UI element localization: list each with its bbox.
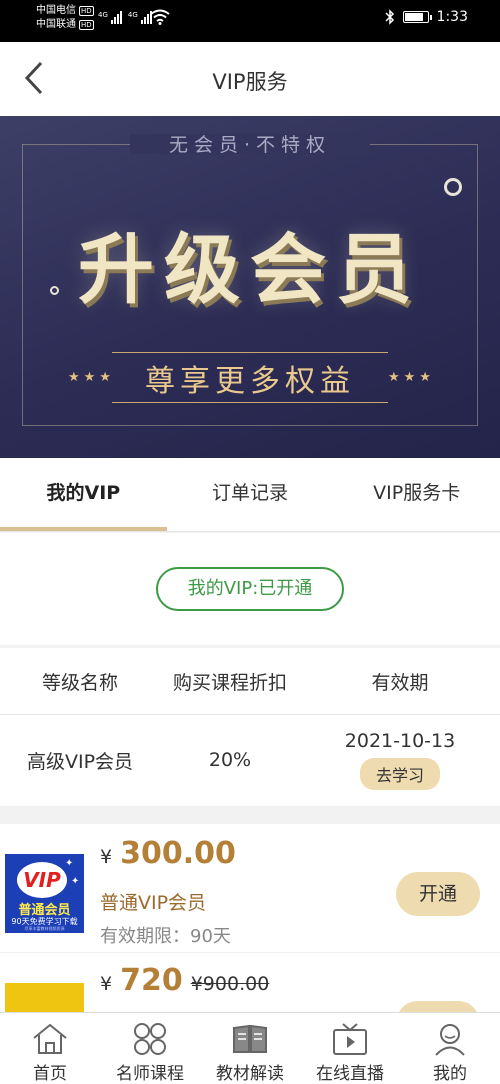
hd-badge: HD [79, 6, 94, 16]
stars-right: ★★★ [388, 370, 435, 385]
clock: 1:33 [436, 9, 468, 25]
vip-tabs: 我的VIP 订单记录 VIP服务卡 [0, 458, 500, 532]
price-line: ¥ 720 ¥900.00 [100, 963, 269, 998]
currency-symbol: ¥ [100, 846, 113, 868]
nav-live[interactable]: 在线直播 [300, 1013, 400, 1084]
nav-label: 教材解读 [216, 1064, 284, 1084]
page-title: VIP服务 [212, 70, 288, 94]
header-level: 等级名称 [41, 671, 118, 694]
original-price: ¥900.00 [190, 973, 270, 995]
thumb-small-text: 尽享丰富教材视频资源 [24, 926, 65, 931]
table-row: 高级VIP会员 20% 2021-10-13 去学习 [0, 715, 500, 805]
carrier-info: 中国电信 HD 中国联通 HD [36, 4, 94, 32]
home-icon [33, 1023, 67, 1054]
app-header: VIP服务 [0, 42, 500, 116]
header-expiry: 有效期 [371, 671, 429, 694]
tab-order-history[interactable]: 订单记录 [167, 458, 334, 531]
nav-label: 在线直播 [316, 1064, 384, 1084]
signal-icon: 4G 4G [98, 10, 152, 24]
vip-status-badge: 我的VIP:已开通 [156, 567, 344, 611]
network-type: 4G [98, 11, 108, 19]
bottom-nav: 首页 名师课程 教材解读 在线直播 我的 [0, 1012, 500, 1084]
product-card: VIP ✦ ✦ 普通会员 90天免费学习下载 尽享丰富教材视频资源 ¥ 300.… [0, 824, 500, 952]
status-bar: 中国电信 HD 中国联通 HD 4G 4G 1:33 [0, 0, 500, 42]
carrier-2: 中国联通 [36, 19, 76, 30]
ring-decoration [444, 178, 462, 196]
discount-value: 20% [208, 749, 252, 771]
table-header: 等级名称 购买课程折扣 有效期 [0, 648, 500, 715]
tab-vip-card[interactable]: VIP服务卡 [333, 458, 500, 531]
nav-label: 我的 [433, 1064, 467, 1084]
product-name: 普通VIP会员 [100, 892, 207, 914]
nav-label: 名师课程 [116, 1064, 184, 1084]
vip-status-section: 我的VIP:已开通 [0, 533, 500, 645]
price-line: ¥ 300.00 [100, 836, 236, 871]
banner-subtitle: 无会员·不特权 [168, 134, 332, 156]
grid-icon [134, 1023, 166, 1055]
nav-label: 首页 [33, 1064, 67, 1084]
hd-badge: HD [79, 20, 94, 30]
vip-level-table: 等级名称 购买课程折扣 有效期 高级VIP会员 20% 2021-10-13 去… [0, 648, 500, 806]
product-thumbnail [5, 983, 84, 1013]
product-price: 300.00 [120, 836, 236, 871]
nav-textbooks[interactable]: 教材解读 [200, 1013, 300, 1084]
open-membership-button[interactable]: 开通 [396, 872, 480, 916]
vip-banner: 无会员·不特权 升级会员 ★★★ 尊享更多权益 ★★★ [0, 116, 500, 458]
product-validity: 有效期限：90天 [100, 926, 231, 947]
header-discount: 购买课程折扣 [172, 671, 287, 694]
product-card: ¥ 720 ¥900.00 [0, 953, 500, 1013]
expiry-date: 2021-10-13 [344, 730, 456, 752]
banner-main-title: 升级会员 [78, 225, 422, 314]
bluetooth-icon [385, 9, 394, 25]
sparkle-icon: ✦ [71, 876, 80, 887]
book-icon [233, 1024, 267, 1053]
product-price: 720 [120, 963, 183, 998]
tab-my-vip[interactable]: 我的VIP [0, 458, 167, 531]
nav-profile[interactable]: 我的 [400, 1013, 500, 1084]
thumb-vip-logo: VIP [17, 862, 67, 898]
battery-icon [402, 11, 432, 23]
carrier-1: 中国电信 [36, 5, 76, 16]
nav-home[interactable]: 首页 [0, 1013, 100, 1084]
network-type: 4G [127, 11, 138, 19]
level-name: 高级VIP会员 [26, 750, 134, 773]
currency-symbol: ¥ [100, 973, 113, 995]
user-icon [435, 1024, 465, 1056]
tv-icon [333, 1023, 367, 1055]
nav-courses[interactable]: 名师课程 [100, 1013, 200, 1084]
sparkle-icon: ✦ [65, 858, 74, 869]
go-learn-button[interactable]: 去学习 [359, 758, 440, 790]
wifi-icon [150, 9, 170, 25]
product-thumbnail: VIP ✦ ✦ 普通会员 90天免费学习下载 尽享丰富教材视频资源 [5, 854, 84, 933]
